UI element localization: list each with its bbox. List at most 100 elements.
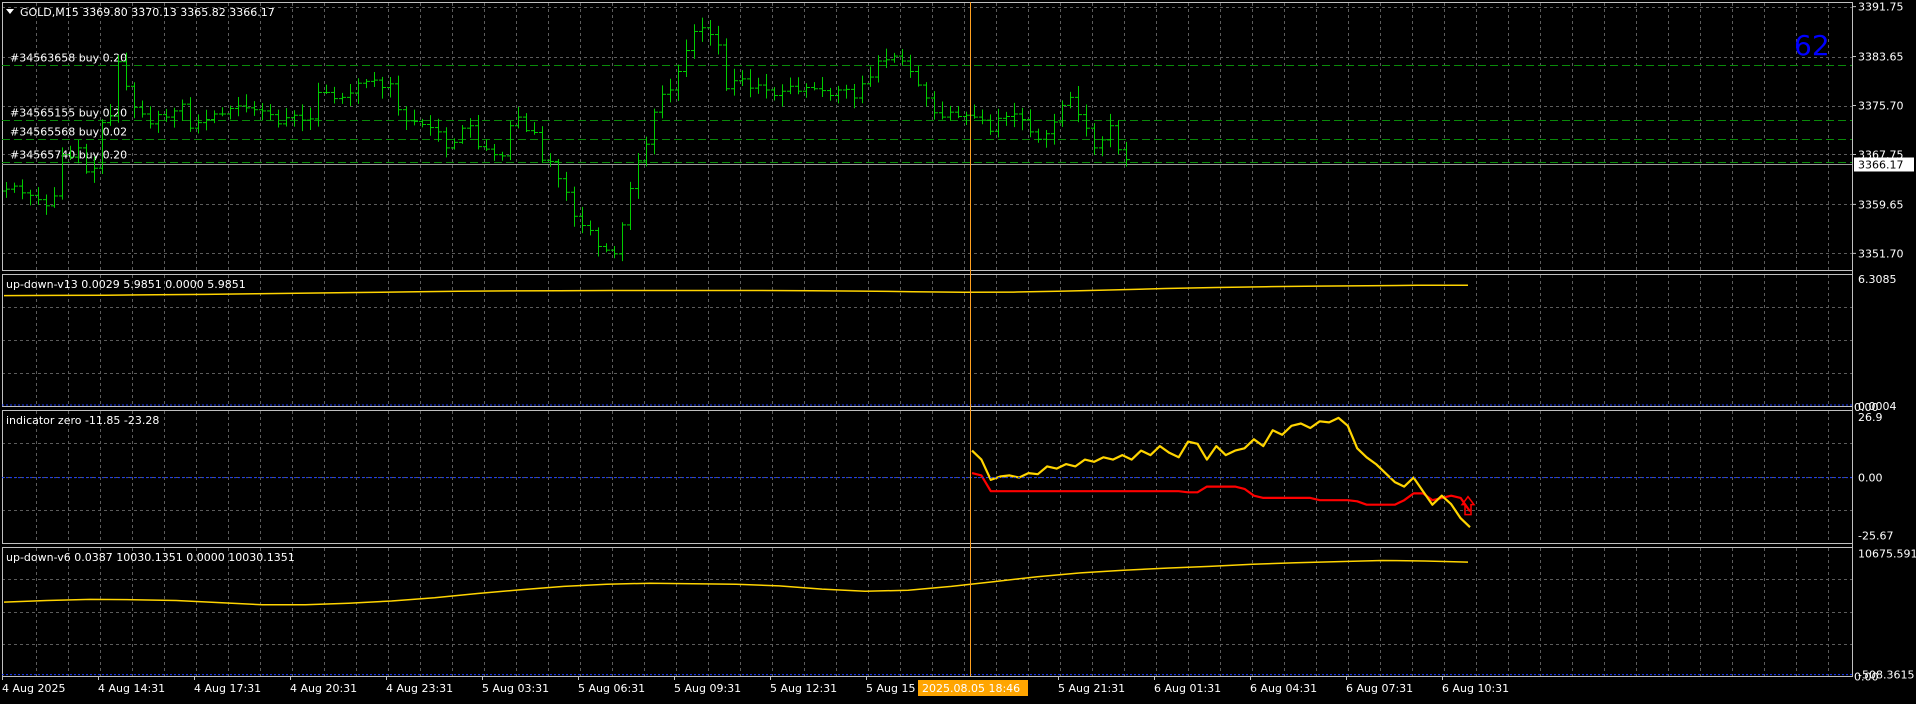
price-bar [491, 144, 498, 161]
price-bar [923, 82, 930, 107]
price-bar [875, 55, 882, 83]
price-bar [763, 74, 770, 99]
indicator-header-up-down-v6: up-down-v6 0.0387 10030.1351 0.0000 1003… [6, 551, 295, 564]
price-bar [523, 113, 530, 133]
current-price-label: 3366.17 [1858, 159, 1904, 172]
price-bar [171, 107, 178, 128]
price-bar [723, 38, 730, 91]
price-bar [307, 107, 314, 131]
price-bar [427, 115, 434, 136]
price-bar [587, 220, 594, 236]
price-bar [779, 84, 786, 107]
time-tick-label: 4 Aug 14:31 [98, 682, 165, 695]
price-bar [915, 65, 922, 87]
time-tick-label: 4 Aug 17:31 [194, 682, 261, 695]
symbol-header: GOLD,M15 3369.80 3370.13 3365.82 3366.17 [20, 6, 275, 19]
price-bar [947, 105, 954, 121]
price-bar [331, 86, 338, 104]
price-bar [1035, 128, 1042, 143]
price-bar [691, 24, 698, 59]
time-tick-label: 5 Aug 03:31 [482, 682, 549, 695]
price-bar [667, 78, 674, 103]
price-bar [595, 227, 602, 257]
price-bar [347, 83, 354, 106]
price-bar [219, 107, 226, 117]
triangle-down-icon[interactable] [6, 9, 14, 14]
price-tick-label: 3383.65 [1858, 51, 1904, 64]
price-bar [571, 186, 578, 227]
price-tick-label: 3391.75 [1858, 1, 1904, 14]
price-bar [907, 54, 914, 78]
price-bar [795, 77, 802, 95]
price-bar [859, 75, 866, 104]
order-label: #34565568 buy 0.02 [10, 126, 127, 139]
price-bar [283, 108, 290, 127]
time-tick-label: 6 Aug 10:31 [1442, 682, 1509, 695]
price-bar [659, 85, 666, 119]
price-bar [339, 92, 346, 104]
pane-frames [2, 2, 1853, 677]
price-bar [147, 106, 154, 129]
price-bar [627, 181, 634, 230]
order-label: #34565155 buy 0.20 [10, 107, 127, 120]
up-down-v6-plot [2, 559, 1852, 676]
time-tick-label: 5 Aug 09:31 [674, 682, 741, 695]
price-bar [251, 101, 258, 116]
price-bar [811, 82, 818, 91]
time-tick-label: 5 Aug 06:31 [578, 682, 645, 695]
price-bar [155, 110, 162, 133]
price-bar [683, 39, 690, 77]
indicator-bottom-label: 0.00 [1854, 671, 1879, 684]
price-bar [395, 75, 402, 116]
time-tick-label: 5 Aug 12:31 [770, 682, 837, 695]
price-bar [755, 77, 762, 94]
indicator-tick-label: 10675.591 [1858, 548, 1916, 561]
crosshair-time-label: 2025.08.05 18:46 [922, 682, 1020, 695]
price-bar [699, 17, 706, 42]
price-bar [539, 126, 546, 163]
price-bar [27, 189, 34, 206]
price-bar [555, 159, 562, 188]
indicator-tick-label: 0.00 [1858, 472, 1883, 485]
indicator-header-up-down-v13: up-down-v13 0.0029 5.9851 0.0000 5.9851 [6, 278, 246, 291]
price-bar [379, 76, 386, 99]
time-tick-label: 4 Aug 23:31 [386, 682, 453, 695]
price-bar [851, 84, 858, 109]
price-bar [467, 118, 474, 138]
trading-chart[interactable]: #34563658 buy 0.20 #34565155 buy 0.20 #345… [0, 0, 1916, 700]
indicator-tick-label: 26.9 [1858, 411, 1883, 424]
price-bar [275, 109, 282, 128]
price-bar [1115, 120, 1122, 155]
price-bar [435, 118, 442, 142]
up-arrow-icon [1460, 495, 1476, 516]
time-tick-label: 5 Aug 15 [866, 682, 915, 695]
price-bar [371, 72, 378, 88]
price-bar [299, 104, 306, 132]
price-bar [635, 153, 642, 199]
price-tick-label: 3351.70 [1858, 247, 1904, 260]
chart-window[interactable]: #34563658 buy 0.20 #34565155 buy 0.20 #345… [0, 0, 1916, 700]
price-bar [603, 243, 610, 253]
price-bar [827, 87, 834, 101]
price-bar [531, 122, 538, 135]
time-tick-label: 4 Aug 20:31 [290, 682, 357, 695]
order-label: #34563658 buy 0.20 [10, 52, 127, 65]
indicator-tick-label: -25.67 [1858, 529, 1893, 542]
indicator-header-zero: indicator zero -11.85 -23.28 [6, 414, 159, 427]
price-bar [651, 108, 658, 155]
price-bar [1107, 113, 1114, 148]
price-bar [19, 179, 26, 200]
order-lines[interactable]: #34563658 buy 0.20 #34565155 buy 0.20 #345… [2, 52, 1852, 165]
price-bar [731, 68, 738, 96]
price-bar [187, 97, 194, 132]
price-bar [1043, 130, 1050, 148]
time-tick-label: 6 Aug 01:31 [1154, 682, 1221, 695]
price-bar [987, 114, 994, 135]
price-bar [443, 127, 450, 158]
price-bar [139, 100, 146, 118]
price-bar [459, 125, 466, 144]
price-bar [179, 99, 186, 121]
price-bar [11, 182, 18, 193]
pane-frame [2, 2, 1853, 271]
up-down-v13-plot [2, 284, 1852, 406]
